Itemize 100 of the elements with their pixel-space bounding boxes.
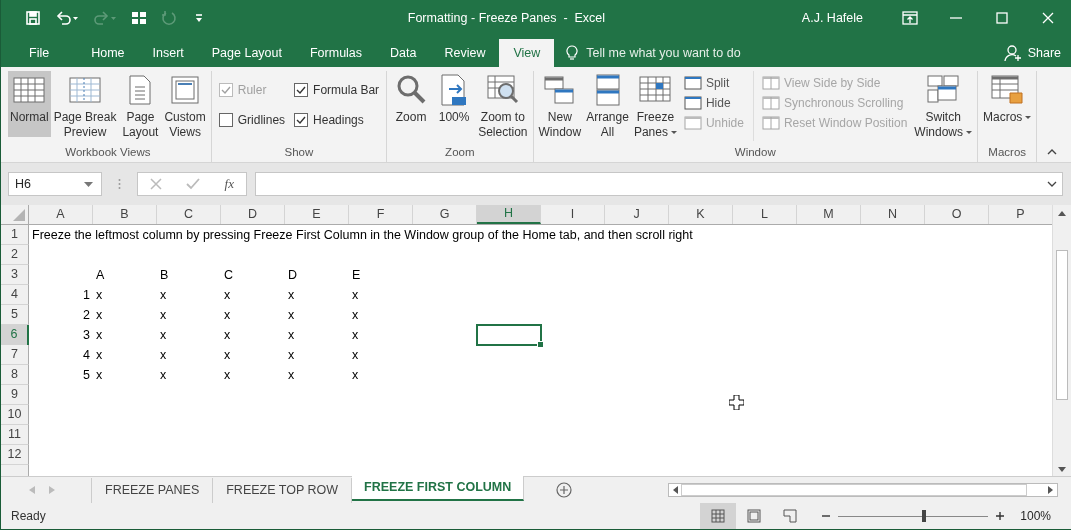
- table-cell-text: x: [287, 367, 296, 384]
- column-header[interactable]: N: [861, 205, 925, 224]
- row-header[interactable]: 9: [1, 385, 29, 405]
- column-header[interactable]: J: [605, 205, 669, 224]
- ribbon-button[interactable]: 100%: [433, 71, 476, 137]
- grid-icon: [711, 509, 726, 523]
- row-header[interactable]: 4: [1, 285, 29, 305]
- column-header[interactable]: I: [541, 205, 605, 224]
- row-header[interactable]: 6: [1, 325, 29, 346]
- table-cell-text: x: [351, 287, 360, 304]
- ribbon-tab[interactable]: Review: [430, 39, 500, 67]
- add-sheet-icon[interactable]: [556, 482, 573, 498]
- table-cell-text: x: [351, 347, 360, 364]
- ribbon-tab[interactable]: Insert: [138, 39, 198, 67]
- column-header[interactable]: O: [925, 205, 989, 224]
- column-header[interactable]: M: [797, 205, 861, 224]
- checkbox[interactable]: Gridlines: [218, 113, 286, 127]
- normal-view-button[interactable]: [700, 503, 737, 529]
- column-header[interactable]: A: [29, 205, 93, 224]
- caret-icon: [84, 181, 93, 187]
- vertical-scrollbar[interactable]: [1052, 205, 1071, 476]
- row-header[interactable]: 11: [1, 425, 29, 445]
- ribbon-tab[interactable]: Formulas: [295, 39, 377, 67]
- ribbon-tab[interactable]: Page Layout: [197, 39, 296, 67]
- collapse-ribbon-button[interactable]: [1047, 149, 1059, 157]
- scroll-up-icon[interactable]: [1058, 211, 1066, 216]
- close-icon: [1042, 12, 1054, 24]
- name-box[interactable]: H6: [8, 172, 102, 196]
- ribbon-button[interactable]: Arrange All: [584, 71, 631, 137]
- dropdown-button[interactable]: Switch Windows: [912, 71, 975, 137]
- crosshair-cursor-icon: [729, 395, 744, 410]
- table-cell-text: 2: [82, 307, 91, 324]
- column-header[interactable]: H: [477, 205, 541, 224]
- scroll-left-icon[interactable]: [673, 486, 679, 494]
- column-header[interactable]: K: [669, 205, 733, 224]
- scroll-down-icon[interactable]: [1058, 467, 1066, 472]
- maximize-icon: [996, 12, 1008, 24]
- ribbon-button[interactable]: Zoom: [390, 71, 433, 137]
- zoom-in-button[interactable]: [996, 512, 1005, 520]
- slider-thumb[interactable]: [921, 510, 926, 522]
- expand-icon[interactable]: [1047, 181, 1057, 187]
- ribbon-button[interactable]: Page Break Preview: [51, 71, 119, 137]
- group-label: Zoom: [444, 145, 476, 160]
- row-header[interactable]: 1: [1, 225, 29, 245]
- row-header[interactable]: 7: [1, 345, 29, 365]
- row-header[interactable]: 2: [1, 245, 29, 265]
- ribbon-button[interactable]: Custom Views: [162, 71, 208, 137]
- scroll-right-icon[interactable]: [1048, 486, 1054, 494]
- window-icon: [761, 95, 780, 111]
- zoom-out-button[interactable]: [822, 512, 831, 520]
- refresh-icon: [161, 10, 177, 26]
- dropdown-button[interactable]: Freeze Panes: [631, 71, 679, 137]
- ribbon-button[interactable]: Zoom to Selection: [476, 71, 530, 137]
- triangle-icon: [13, 209, 25, 221]
- group-label: Window: [733, 145, 777, 160]
- sheet-tab[interactable]: FREEZE FIRST COLUMN: [352, 475, 525, 501]
- column-header[interactable]: F: [349, 205, 413, 224]
- table-cell-text: x: [95, 287, 104, 304]
- table-cell-text: x: [351, 367, 360, 384]
- table-cell-text: x: [287, 287, 296, 304]
- table-cell-text: x: [223, 347, 232, 364]
- row-header[interactable]: 10: [1, 405, 29, 425]
- ribbon-button[interactable]: Hide: [683, 95, 744, 111]
- row-header[interactable]: 12: [1, 445, 29, 465]
- ribbon-button[interactable]: Page Layout: [119, 71, 162, 137]
- column-header[interactable]: B: [93, 205, 157, 224]
- horizontal-scrollbar[interactable]: [668, 483, 1059, 497]
- formula-input[interactable]: [255, 172, 1063, 196]
- drag-handle-icon[interactable]: [118, 178, 121, 190]
- caret-up-icon: [1047, 149, 1057, 155]
- redo-icon: [93, 10, 117, 26]
- table-cell-text: x: [223, 367, 232, 384]
- insert-function-button[interactable]: fx: [218, 173, 240, 195]
- row-header[interactable]: 3: [1, 265, 29, 285]
- column-header[interactable]: D: [221, 205, 285, 224]
- ribbon-tab[interactable]: Data: [376, 39, 431, 67]
- tell-me-field[interactable]: Tell me what you want to do: [584, 45, 789, 61]
- ribbon-tab[interactable]: Home: [77, 39, 139, 67]
- status-text: Ready: [11, 509, 46, 523]
- selected-cell[interactable]: [476, 324, 542, 346]
- ribbon-button[interactable]: Normal: [8, 71, 51, 137]
- column-header[interactable]: L: [733, 205, 797, 224]
- group-label: Show: [283, 145, 315, 160]
- window-icon: [761, 75, 780, 91]
- checkbox[interactable]: Formula Bar: [294, 83, 380, 97]
- row-header[interactable]: 8: [1, 365, 29, 385]
- sheet-tab[interactable]: FREEZE PANES: [92, 477, 214, 503]
- dropdown-button[interactable]: Macros: [981, 71, 1034, 137]
- share-button[interactable]: Share: [1003, 39, 1071, 67]
- column-header[interactable]: E: [285, 205, 349, 224]
- ribbon-tab[interactable]: File: [15, 39, 64, 67]
- ribbon-button[interactable]: Split: [683, 75, 744, 91]
- row-header[interactable]: 5: [1, 305, 29, 325]
- undo-icon: [55, 10, 79, 26]
- column-header[interactable]: C: [157, 205, 221, 224]
- ribbon-button[interactable]: New Window: [536, 71, 584, 137]
- ribbon-tab[interactable]: View: [499, 39, 555, 67]
- table-cell-text: x: [223, 327, 232, 344]
- checkbox[interactable]: Headings: [294, 113, 380, 127]
- zoom-level: 100%: [1020, 509, 1051, 523]
